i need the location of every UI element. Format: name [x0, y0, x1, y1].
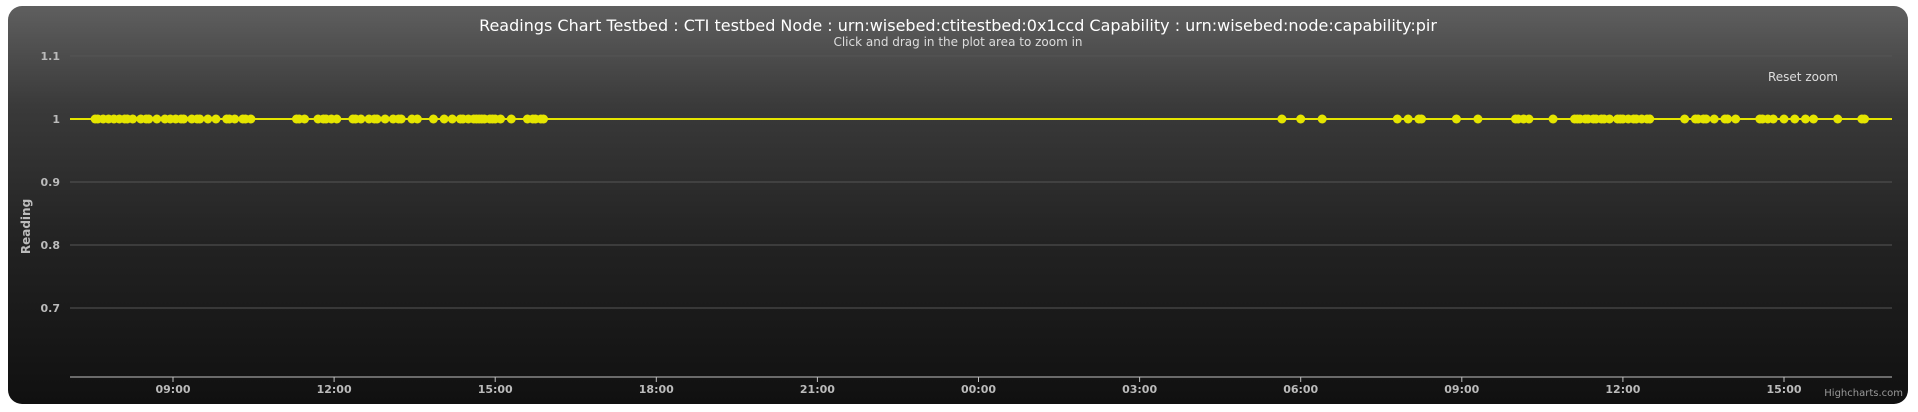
x-tick-label: 15:00 — [478, 383, 513, 396]
data-point[interactable] — [372, 114, 382, 124]
y-axis-title: Reading — [19, 199, 33, 254]
data-point[interactable] — [356, 114, 366, 124]
data-point[interactable] — [1277, 114, 1287, 124]
x-tick-label: 00:00 — [961, 383, 996, 396]
x-tick-label: 21:00 — [800, 383, 835, 396]
x-tick-label: 03:00 — [1122, 383, 1157, 396]
y-axis-ticks: 0.7 0.8 0.9 1 1.1 — [41, 50, 61, 315]
series-reading[interactable] — [70, 114, 1892, 124]
data-point[interactable] — [506, 114, 516, 124]
chart-title: Readings Chart Testbed : CTI testbed Nod… — [479, 16, 1437, 35]
y-tick-label: 0.7 — [41, 302, 61, 315]
data-point[interactable] — [152, 114, 162, 124]
y-tick-label: 0.8 — [41, 239, 61, 252]
x-tick-label: 12:00 — [317, 383, 352, 396]
chart-subtitle: Click and drag in the plot area to zoom … — [833, 35, 1082, 49]
data-point[interactable] — [539, 114, 549, 124]
chart-container: Readings Chart Testbed : CTI testbed Nod… — [8, 6, 1908, 404]
data-point[interactable] — [1473, 114, 1483, 124]
x-axis-ticks: 09:00 12:00 15:00 18:00 21:00 00:00 03:00 06:00… — [155, 377, 1802, 396]
data-point[interactable] — [179, 114, 189, 124]
data-point[interactable] — [332, 114, 342, 124]
grid-lines — [70, 55, 1892, 309]
data-point[interactable] — [1392, 114, 1402, 124]
data-point[interactable] — [1768, 114, 1778, 124]
data-point[interactable] — [1723, 114, 1733, 124]
data-point[interactable] — [1524, 114, 1534, 124]
data-point[interactable] — [1296, 114, 1306, 124]
x-tick-label: 15:00 — [1766, 383, 1801, 396]
credits-link[interactable]: Highcharts.com — [1824, 388, 1903, 399]
data-point[interactable] — [1709, 114, 1719, 124]
data-point[interactable] — [1317, 114, 1327, 124]
reset-zoom-button[interactable]: Reset zoom — [1768, 70, 1838, 84]
data-point[interactable] — [396, 114, 406, 124]
data-point[interactable] — [230, 114, 240, 124]
data-point[interactable] — [1680, 114, 1690, 124]
data-point[interactable] — [246, 114, 256, 124]
data-point[interactable] — [144, 114, 154, 124]
y-tick-label: 1.1 — [41, 50, 61, 63]
data-point[interactable] — [1809, 114, 1819, 124]
data-point[interactable] — [1403, 114, 1413, 124]
data-point[interactable] — [128, 114, 138, 124]
data-point[interactable] — [496, 114, 506, 124]
data-point[interactable] — [1451, 114, 1461, 124]
x-tick-label: 09:00 — [155, 383, 190, 396]
data-point[interactable] — [1800, 114, 1810, 124]
data-point[interactable] — [1833, 114, 1843, 124]
data-point[interactable] — [300, 114, 310, 124]
chart-svg[interactable]: Readings Chart Testbed : CTI testbed Nod… — [8, 6, 1908, 404]
data-point[interactable] — [380, 114, 390, 124]
data-point[interactable] — [1417, 114, 1427, 124]
data-point[interactable] — [412, 114, 422, 124]
data-point[interactable] — [1779, 114, 1789, 124]
x-tick-label: 18:00 — [639, 383, 674, 396]
data-point[interactable] — [1548, 114, 1558, 124]
data-point[interactable] — [1790, 114, 1800, 124]
data-point[interactable] — [1645, 114, 1655, 124]
data-point[interactable] — [439, 114, 449, 124]
y-tick-label: 1 — [52, 113, 60, 126]
data-point[interactable] — [203, 114, 213, 124]
data-point[interactable] — [447, 114, 457, 124]
x-tick-label: 12:00 — [1605, 383, 1640, 396]
data-point[interactable] — [211, 114, 221, 124]
data-point[interactable] — [1604, 114, 1614, 124]
data-point[interactable] — [1731, 114, 1741, 124]
y-tick-label: 0.9 — [41, 176, 61, 189]
x-tick-label: 06:00 — [1283, 383, 1318, 396]
data-point[interactable] — [428, 114, 438, 124]
x-tick-label: 09:00 — [1444, 383, 1479, 396]
data-point[interactable] — [1701, 114, 1711, 124]
data-point[interactable] — [195, 114, 205, 124]
data-point[interactable] — [1860, 114, 1870, 124]
